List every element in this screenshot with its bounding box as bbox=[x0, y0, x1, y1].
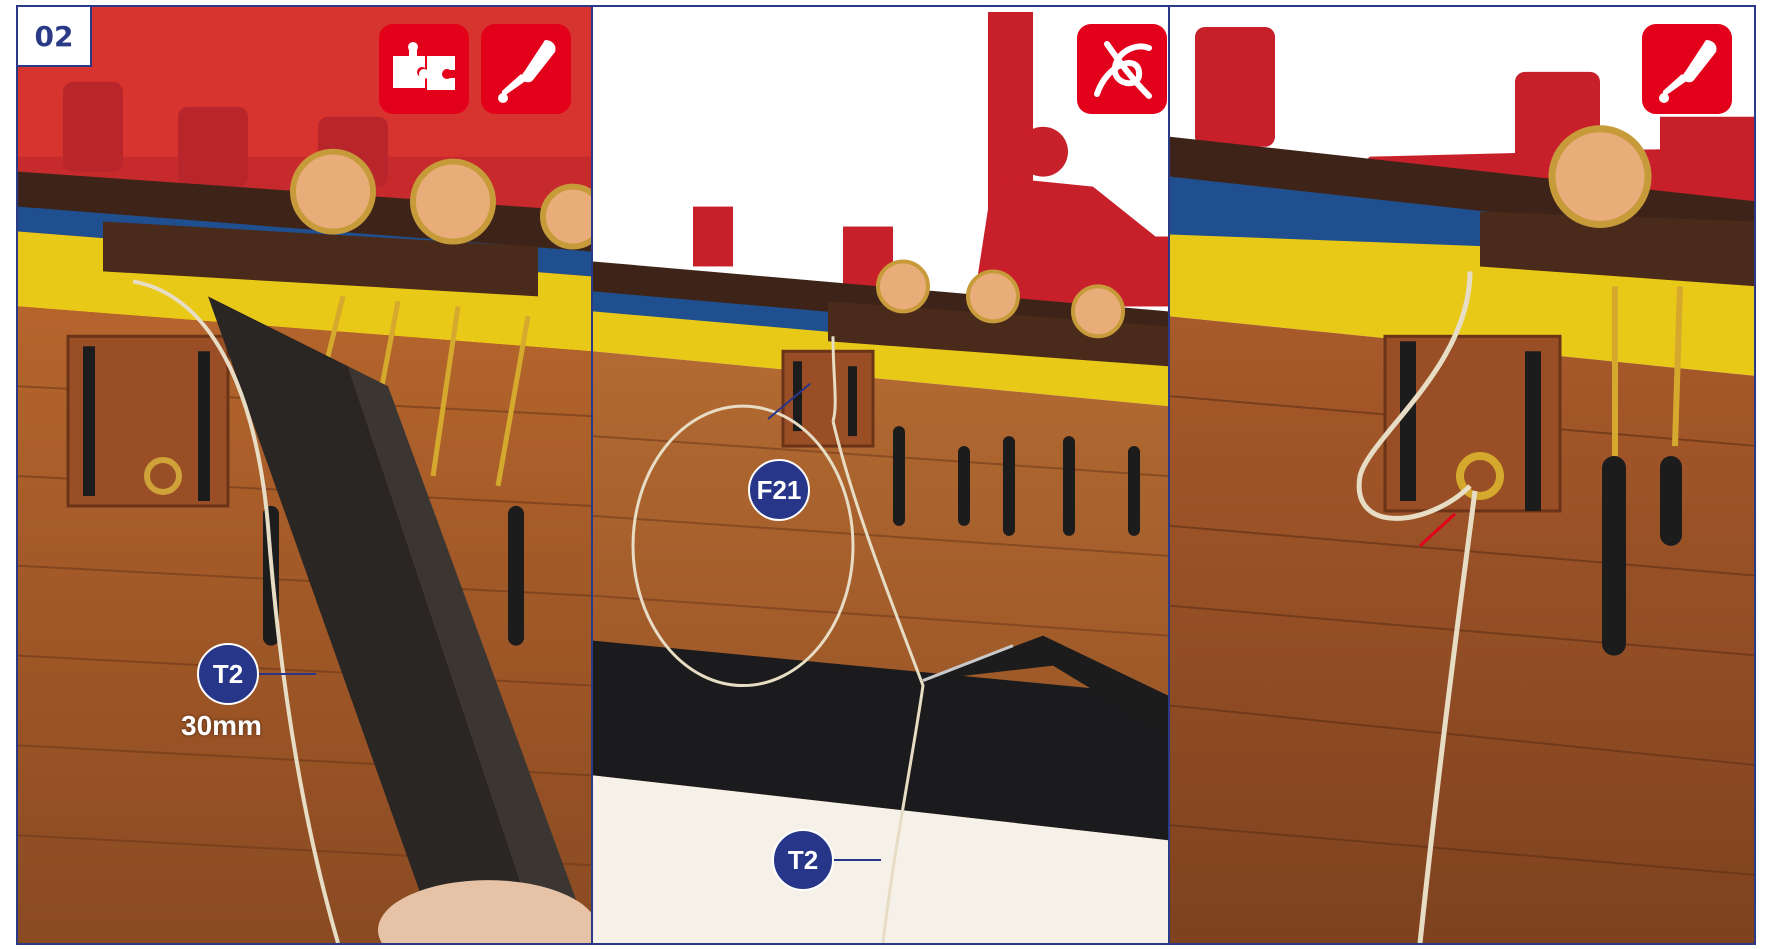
glue-bottle-icon bbox=[1642, 24, 1732, 114]
part-badge-f21: F21 bbox=[748, 459, 810, 521]
instruction-frame: 02 T2 30mm F21 T2 bbox=[16, 5, 1756, 945]
glue-bottle-icon bbox=[481, 24, 571, 114]
step-number: 02 bbox=[34, 19, 74, 53]
part-badge-t2: T2 bbox=[197, 643, 259, 705]
measurement-label: 30mm bbox=[181, 710, 262, 741]
photo-panel-3 bbox=[1170, 7, 1754, 943]
photo-panel-1: 02 T2 30mm bbox=[18, 7, 591, 943]
puzzle-assembly-icon bbox=[379, 24, 469, 114]
part-badge-t2-b: T2 bbox=[772, 829, 834, 891]
photo-2 bbox=[593, 7, 1168, 943]
photo-3 bbox=[1170, 7, 1754, 943]
step-number-box: 02 bbox=[18, 7, 92, 67]
rope-knot-icon bbox=[1077, 24, 1167, 114]
photo-1 bbox=[18, 7, 591, 943]
leader-line-t2 bbox=[258, 673, 316, 675]
photo-panel-2: F21 T2 bbox=[593, 7, 1168, 943]
